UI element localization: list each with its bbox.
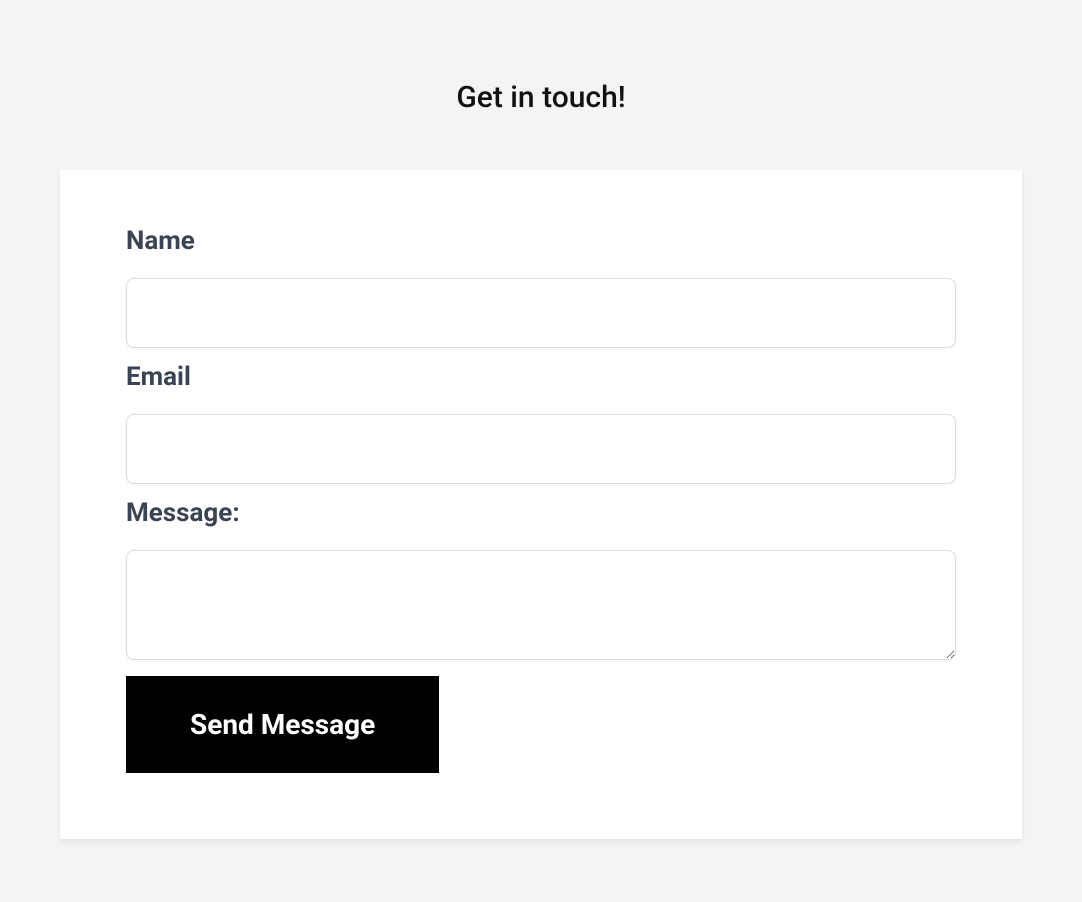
send-message-button[interactable]: Send Message: [126, 676, 439, 773]
name-input[interactable]: [126, 278, 956, 348]
name-label: Name: [126, 226, 956, 256]
message-textarea[interactable]: [126, 550, 956, 660]
contact-form-card: Name Email Message: Send Message: [60, 170, 1022, 839]
message-label: Message:: [126, 498, 956, 528]
page-title: Get in touch!: [0, 80, 1082, 115]
email-input[interactable]: [126, 414, 956, 484]
email-label: Email: [126, 362, 956, 392]
